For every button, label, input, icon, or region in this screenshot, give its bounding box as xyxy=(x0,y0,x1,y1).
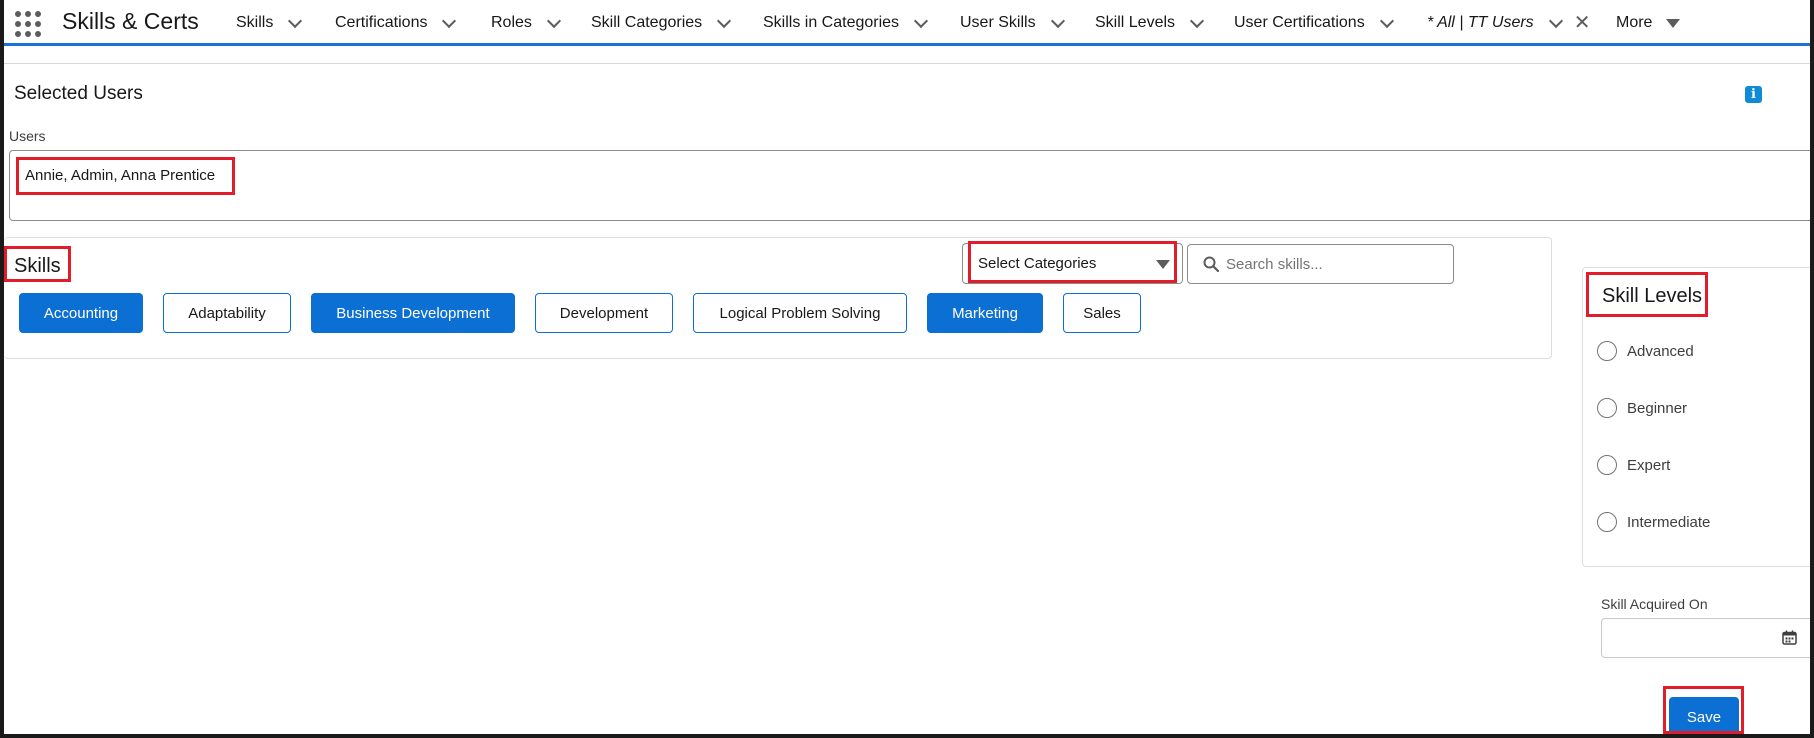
radio-option-intermediate[interactable]: Intermediate xyxy=(1597,511,1710,533)
nav-item-user-certifications[interactable]: User Certifications xyxy=(1234,12,1395,34)
skill-pill-adaptability[interactable]: Adaptability xyxy=(163,293,291,333)
radio-button[interactable] xyxy=(1597,455,1617,475)
nav-item-label: Skills in Categories xyxy=(763,14,900,31)
window-frame xyxy=(0,0,1814,738)
radio-label: Expert xyxy=(1627,456,1671,474)
chevron-down-icon[interactable] xyxy=(441,15,457,31)
skill-pill-logical-problem-solving[interactable]: Logical Problem Solving xyxy=(693,293,907,333)
chevron-down-icon[interactable] xyxy=(287,15,303,31)
nav-item-skill-categories[interactable]: Skill Categories xyxy=(591,12,732,34)
nav-item-label: Skill Categories xyxy=(591,14,703,31)
radio-label: Advanced xyxy=(1627,342,1694,360)
nav-item-more[interactable]: More xyxy=(1616,12,1681,34)
section-divider xyxy=(4,63,1814,64)
calendar-icon[interactable] xyxy=(1782,630,1797,645)
selected-users-title: Selected Users xyxy=(14,83,143,104)
search-input[interactable] xyxy=(1226,250,1446,278)
nav-item-skills-in-categories[interactable]: Skills in Categories xyxy=(763,12,929,34)
chevron-down-icon[interactable] xyxy=(1189,15,1205,31)
chevron-down-icon[interactable] xyxy=(1548,15,1564,31)
users-field-value: Annie, Admin, Anna Prentice xyxy=(25,167,216,184)
radio-option-beginner[interactable]: Beginner xyxy=(1597,397,1687,419)
info-icon[interactable]: i xyxy=(1745,86,1762,103)
radio-label: Intermediate xyxy=(1627,513,1711,531)
nav-item-label: Skill Levels xyxy=(1095,14,1176,31)
nav-item-label: User Certifications xyxy=(1234,14,1365,31)
chevron-down-icon[interactable] xyxy=(1379,15,1395,31)
skill-pill-business-development[interactable]: Business Development xyxy=(311,293,515,333)
app-name: Skills & Certs xyxy=(62,8,199,34)
skills-title: Skills xyxy=(14,255,61,277)
caret-down-icon[interactable] xyxy=(1666,18,1681,28)
radio-option-advanced[interactable]: Advanced xyxy=(1597,340,1694,362)
top-navigation: Skills & Certs Skills Certifications Rol… xyxy=(0,0,1814,46)
nav-item-skills[interactable]: Skills xyxy=(236,12,303,34)
radio-button[interactable] xyxy=(1597,398,1617,418)
skill-pill-development[interactable]: Development xyxy=(535,293,673,333)
nav-item-certifications[interactable]: Certifications xyxy=(335,12,457,34)
skill-pill-accounting[interactable]: Accounting xyxy=(19,293,143,333)
nav-item-label: More xyxy=(1616,14,1653,31)
chevron-down-icon[interactable] xyxy=(913,15,929,31)
nav-item-label: Roles xyxy=(491,14,532,31)
nav-item-label: * All | TT Users xyxy=(1427,14,1534,31)
radio-button[interactable] xyxy=(1597,341,1617,361)
nav-item-label: User Skills xyxy=(960,14,1036,31)
users-field[interactable] xyxy=(9,150,1814,221)
radio-label: Beginner xyxy=(1627,399,1688,417)
search-icon xyxy=(1203,256,1219,272)
chevron-down-icon[interactable] xyxy=(546,15,562,31)
chevron-down-icon[interactable] xyxy=(1050,15,1066,31)
chevron-down-icon[interactable] xyxy=(716,15,732,31)
caret-down-icon[interactable] xyxy=(1156,260,1170,269)
skill-acquired-label: Skill Acquired On xyxy=(1601,596,1708,612)
nav-item-label: Skills xyxy=(236,14,274,31)
users-field-label: Users xyxy=(9,128,46,144)
radio-option-expert[interactable]: Expert xyxy=(1597,454,1670,476)
skill-pill-sales[interactable]: Sales xyxy=(1063,293,1141,333)
nav-item-skill-levels[interactable]: Skill Levels xyxy=(1095,12,1205,34)
radio-button[interactable] xyxy=(1597,512,1617,532)
skill-pill-marketing[interactable]: Marketing xyxy=(927,293,1043,333)
skill-levels-title: Skill Levels xyxy=(1602,285,1703,307)
save-button[interactable]: Save xyxy=(1669,697,1739,737)
nav-item-roles[interactable]: Roles xyxy=(491,12,562,34)
nav-item-user-skills[interactable]: User Skills xyxy=(960,12,1066,34)
app-launcher-icon[interactable] xyxy=(12,8,42,38)
close-icon[interactable]: ✕ xyxy=(1574,13,1591,33)
select-categories-label: Select Categories xyxy=(978,255,1097,272)
nav-item-label: Certifications xyxy=(335,14,428,31)
nav-item-active-tab[interactable]: * All | TT Users ✕ xyxy=(1427,12,1590,34)
